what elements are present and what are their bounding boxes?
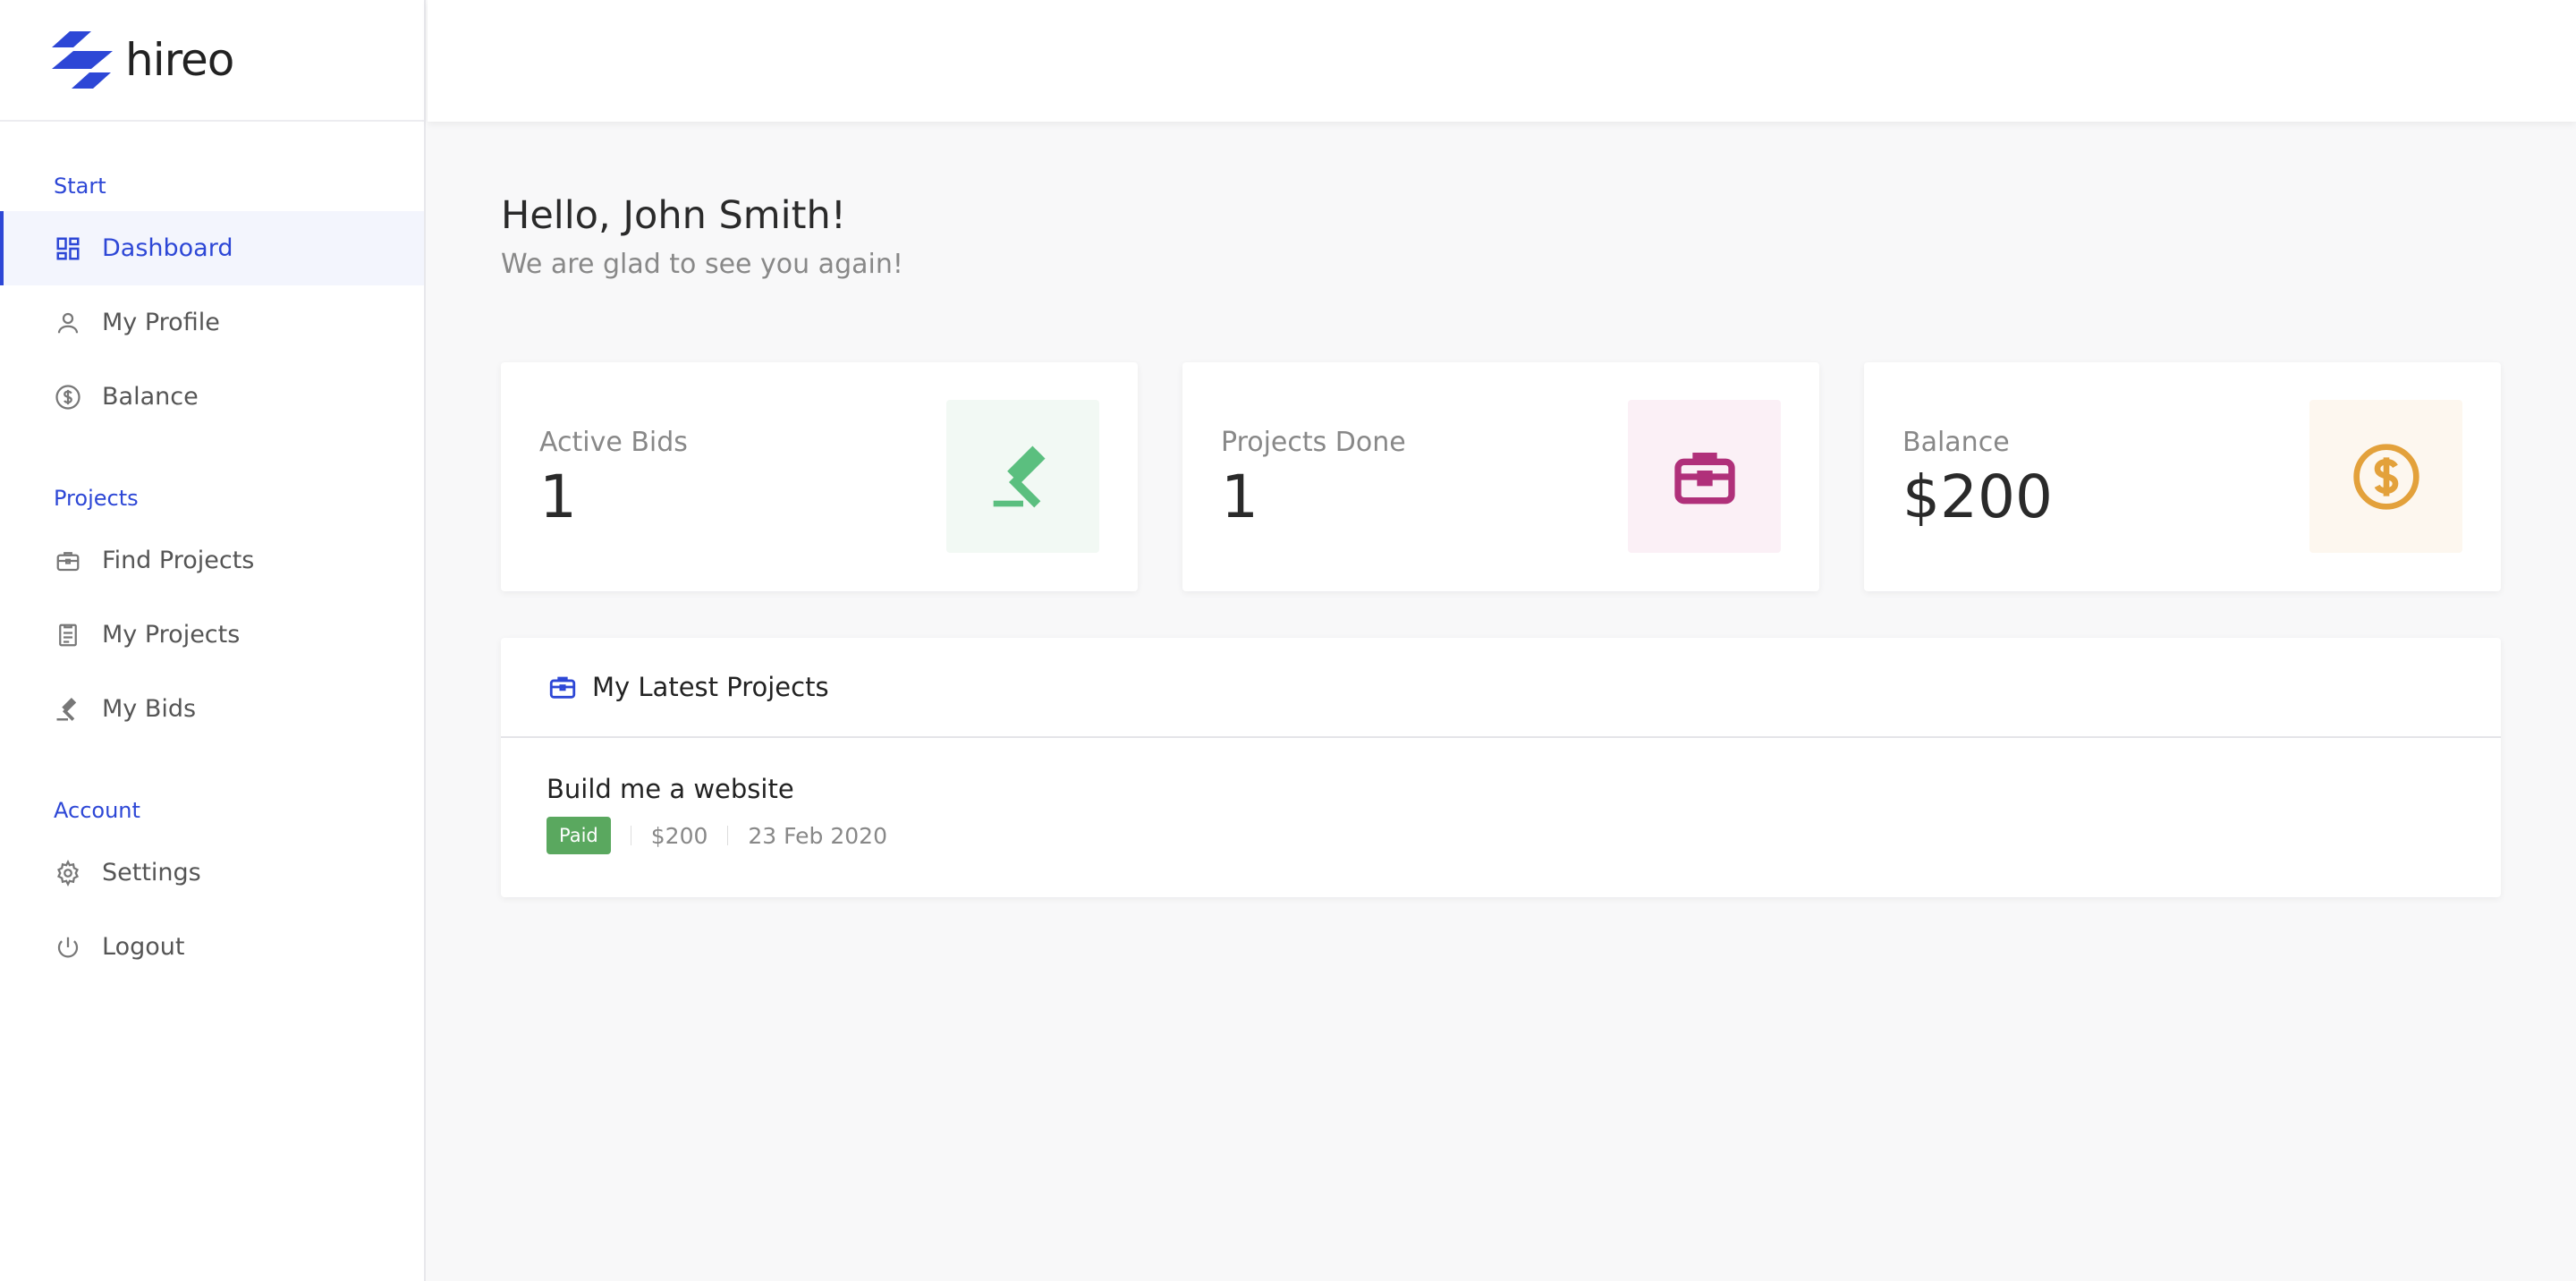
power-icon: [54, 933, 82, 962]
latest-projects-panel: My Latest Projects Build me a website Pa…: [501, 638, 2501, 897]
stat-label: Projects Done: [1221, 427, 1406, 458]
stat-value: 1: [1221, 462, 1258, 531]
dashboard-icon: [54, 234, 82, 263]
stat-icon-box: [946, 400, 1099, 553]
stat-card-active-bids: Active Bids 1: [501, 362, 1138, 591]
project-meta: Paid $200 23 Feb 2020: [547, 817, 2455, 854]
stat-card-balance: Balance $200: [1864, 362, 2501, 591]
section-title-projects: Projects: [54, 486, 139, 511]
list-item[interactable]: Build me a website Paid $200 23 Feb 2020: [501, 738, 2501, 897]
sidebar-item-dashboard[interactable]: Dashboard: [0, 211, 424, 285]
sidebar-item-my-profile[interactable]: My Profile: [0, 285, 424, 360]
sidebar-item-balance[interactable]: Balance: [0, 360, 424, 434]
gear-icon: [54, 859, 82, 887]
section-title-account: Account: [54, 798, 140, 823]
hireo-logo-icon: [52, 31, 113, 89]
stat-card-projects-done: Projects Done 1: [1182, 362, 1819, 591]
briefcase-icon: [1674, 452, 1735, 504]
gavel-icon: [993, 445, 1046, 507]
dollar-circle-icon: [54, 383, 82, 411]
sidebar-item-my-projects[interactable]: My Projects: [0, 598, 424, 672]
sidebar-item-label: Dashboard: [102, 234, 233, 262]
clipboard-icon: [54, 621, 82, 649]
briefcase-icon: [549, 676, 576, 699]
sidebar-item-label: Balance: [102, 383, 199, 411]
sidebar-item-label: Settings: [102, 859, 201, 887]
divider: [727, 826, 729, 845]
latest-projects-header: My Latest Projects: [501, 638, 2501, 738]
stat-icon-box: [1628, 400, 1781, 553]
project-amount: $200: [650, 822, 708, 849]
briefcase-icon: [54, 547, 82, 575]
stats-cards: Active Bids 1 Projects Done 1 Balance $2…: [501, 362, 2501, 591]
sidebar: hireo Start Dashboard My Profile Balance…: [0, 0, 426, 1281]
stat-icon-box: [2309, 400, 2462, 553]
user-icon: [54, 309, 82, 337]
sidebar-item-label: Find Projects: [102, 547, 255, 574]
gavel-icon: [54, 695, 82, 724]
sidebar-item-label: My Projects: [102, 621, 241, 649]
brand-name: hireo: [125, 34, 234, 86]
logo[interactable]: hireo: [0, 0, 424, 122]
latest-projects-title: My Latest Projects: [592, 672, 829, 702]
main-content: Hello, John Smith! We are glad to see yo…: [501, 122, 2501, 897]
sidebar-item-settings[interactable]: Settings: [0, 836, 424, 910]
stat-label: Balance: [1902, 427, 2010, 458]
sidebar-item-label: My Bids: [102, 695, 197, 723]
top-bar: [428, 0, 2576, 122]
stat-value: $200: [1902, 462, 2053, 531]
sidebar-item-my-bids[interactable]: My Bids: [0, 672, 424, 746]
section-title-start: Start: [54, 174, 106, 199]
dollar-circle-icon: [2352, 443, 2419, 510]
status-badge: Paid: [547, 817, 611, 854]
stat-value: 1: [539, 462, 577, 531]
sidebar-item-find-projects[interactable]: Find Projects: [0, 523, 424, 598]
page-subtitle: We are glad to see you again!: [501, 249, 903, 280]
project-date: 23 Feb 2020: [748, 822, 887, 849]
sidebar-item-label: Logout: [102, 933, 185, 961]
project-title[interactable]: Build me a website: [547, 774, 2455, 804]
stat-label: Active Bids: [539, 427, 688, 458]
sidebar-item-label: My Profile: [102, 309, 220, 336]
page-title: Hello, John Smith!: [501, 193, 846, 238]
sidebar-item-logout[interactable]: Logout: [0, 910, 424, 984]
